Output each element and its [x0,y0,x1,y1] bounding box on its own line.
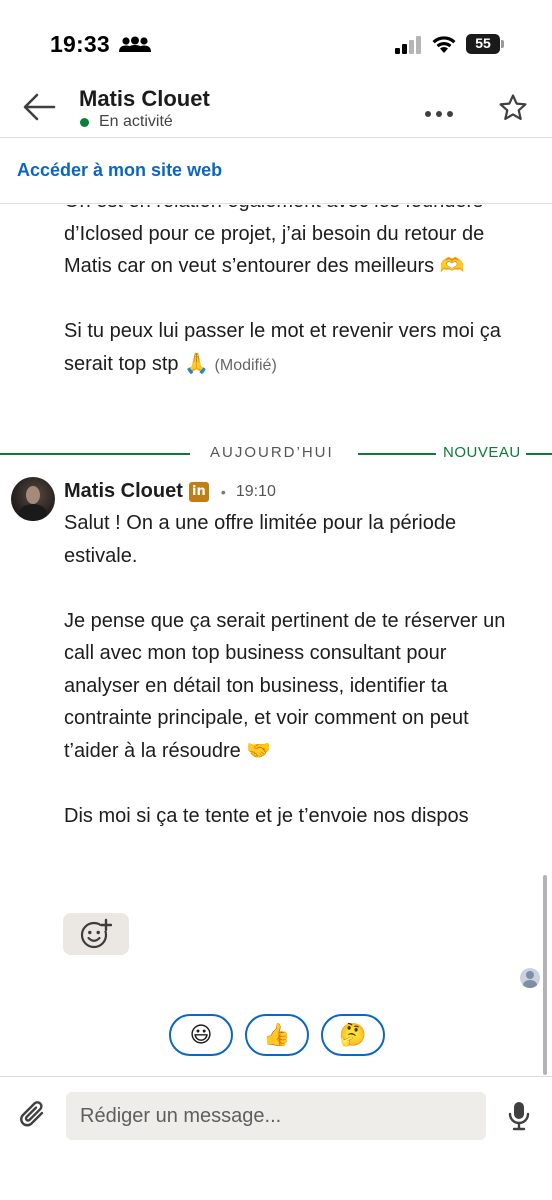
message-time: 19:10 [235,482,276,500]
quick-reaction-smile[interactable]: 😃 [169,1014,233,1056]
message-input[interactable] [66,1092,486,1140]
presence-label: En activité [99,113,173,130]
message-list[interactable]: On est en relation également avec les fo… [0,205,552,1075]
separator-dot: • [220,483,226,500]
star-icon[interactable] [498,93,528,128]
message-paragraph: Dis moi si ça te tente et je t’envoie no… [64,804,469,827]
back-arrow-icon[interactable] [22,92,56,122]
message-paragraph: Je pense que ça serait pertinent de te r… [64,609,506,762]
quick-reactions: 😃 👍 🤔 [169,1014,397,1056]
status-bar: 19:33 55 [0,0,552,80]
paperclip-icon[interactable] [18,1099,48,1136]
website-link[interactable]: Accéder à mon site web [17,160,222,181]
microphone-icon[interactable] [508,1101,530,1136]
conversation-header: Matis Clouet En activité [0,80,552,138]
message-header: Matis Clouet in • 19:10 [64,480,276,503]
battery-icon: 55 [466,34,504,54]
message-composer [0,1076,552,1200]
wifi-icon [431,34,457,59]
new-messages-label: NOUVEAU [443,444,521,461]
linkedin-premium-badge: in [188,481,209,502]
sender-avatar[interactable] [11,477,55,521]
signal-icon [395,36,423,59]
sender-name[interactable]: Matis Clouet [64,480,183,503]
battery-level: 55 [475,35,491,51]
presence-status: En activité [80,113,173,131]
previous-message: On est en relation également avec les fo… [64,205,524,415]
message-paragraph: Salut ! On a une offre limitée pour la p… [64,512,457,567]
new-message: Salut ! On a une offre limitée pour la p… [64,507,524,865]
quick-reaction-thumbs-up[interactable]: 👍 [245,1014,309,1056]
status-time: 19:33 [50,31,110,57]
date-divider: AUJOURD’HUI NOUVEAU [0,442,552,466]
previous-message-paragraph: Si tu peux lui passer le mot et revenir … [64,320,501,375]
more-icon[interactable] [424,105,454,123]
contact-name[interactable]: Matis Clouet [79,86,210,112]
people-icon [118,36,152,59]
add-reaction-icon [80,918,112,949]
add-reaction-button[interactable] [63,913,129,955]
read-receipt-avatar [520,968,540,988]
presence-dot [80,117,89,127]
website-link-banner[interactable]: Accéder à mon site web [0,139,552,204]
scrollbar[interactable] [543,875,547,1075]
previous-message-paragraph: On est en relation également avec les fo… [64,205,485,277]
date-divider-label: AUJOURD’HUI [210,444,334,461]
modified-label: (Modifié) [214,356,277,374]
quick-reaction-thinking[interactable]: 🤔 [321,1014,385,1056]
